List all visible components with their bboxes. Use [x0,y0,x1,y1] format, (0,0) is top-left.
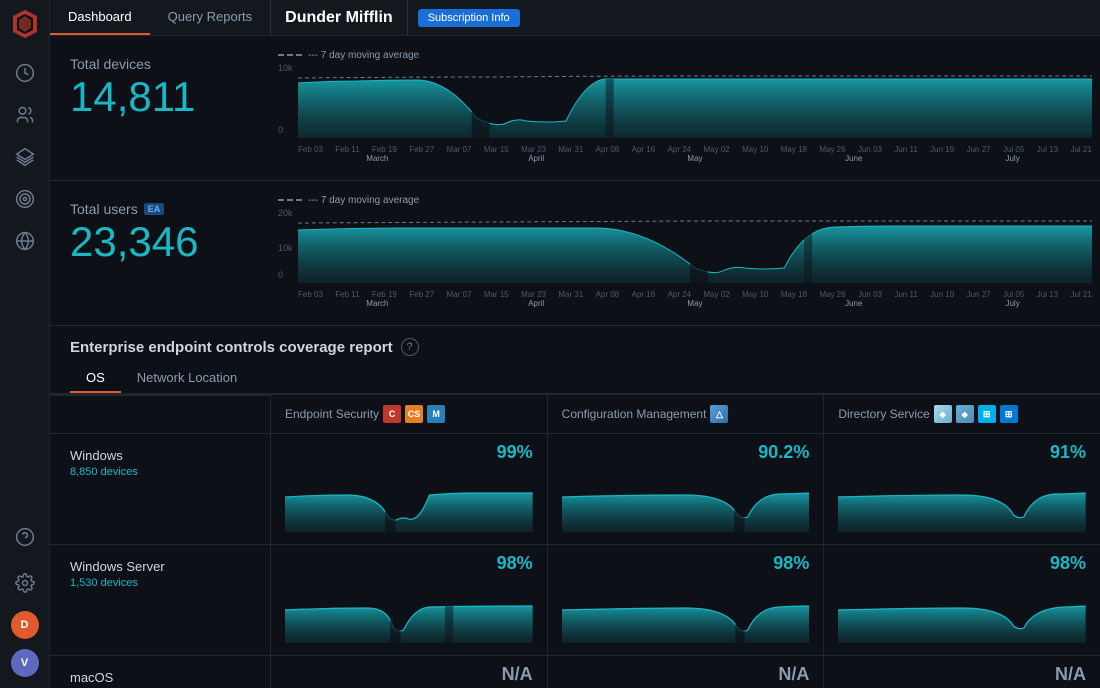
macos-endpoint-cell: N/A [270,655,547,688]
windows-directory-pct: 91% [838,442,1086,463]
win-server-config-cell: 98% [547,544,824,655]
win-server-endpoint-pct: 98% [285,553,533,574]
users-y-mid: 10k [278,243,293,253]
win-server-config-pct: 98% [562,553,810,574]
users-stat-left: Total users EA 23,346 [50,193,270,271]
devices-chart-svg [298,63,1092,143]
tab-network-location[interactable]: Network Location [121,364,253,393]
coverage-header: Enterprise endpoint controls coverage re… [50,338,1100,364]
windows-endpoint-chart [285,467,533,537]
users-x-labels: Feb 03 Feb 11 Feb 19 Feb 27 Mar 07 Mar 1… [298,290,1092,299]
coverage-help-icon[interactable]: ? [401,338,419,356]
icon-crowdstrike: CS [405,405,423,423]
row-windows-label: Windows 8,850 devices [50,433,270,544]
coverage-title: Enterprise endpoint controls coverage re… [70,339,393,356]
win-server-directory-cell: 98% [823,544,1100,655]
icon-malware: M [427,405,445,423]
sidebar-help[interactable] [7,519,43,555]
avatar-v[interactable]: V [11,649,39,677]
sidebar-item-layers[interactable] [7,139,43,175]
tab-query-reports[interactable]: Query Reports [150,0,271,35]
users-y-max: 20k [278,208,293,218]
windows-config-mgmt-cell: 90.2% [547,433,824,544]
devices-y-min: 0 [278,125,283,135]
win-server-config-chart [562,578,810,648]
sidebar-item-users[interactable] [7,97,43,133]
coverage-tabs: OS Network Location [50,364,1100,394]
windows-server-name: Windows Server [70,559,250,574]
tab-os[interactable]: OS [70,364,121,393]
company-name: Dunder Mifflin [270,0,408,35]
windows-name: Windows [70,448,250,463]
win-server-directory-pct: 98% [838,553,1086,574]
subscription-info-button[interactable]: Subscription Info [418,9,520,27]
users-y-min: 0 [278,270,283,280]
col-config-mgmt: Configuration Management △ [547,395,824,433]
sidebar-item-globe[interactable] [7,223,43,259]
win-server-directory-chart [838,578,1086,648]
windows-directory-chart [838,467,1086,537]
col-endpoint-security: Endpoint Security C CS M [270,395,547,433]
sidebar-item-target[interactable] [7,181,43,217]
icon-cylance: C [383,405,401,423]
devices-label: Total devices [70,56,250,72]
devices-month-labels: March April May June July [298,154,1092,163]
app-logo[interactable] [9,8,41,40]
sidebar: D V [0,0,50,688]
total-users-section: Total users EA 23,346 --- 7 day moving a… [50,181,1100,326]
macos-directory-cell: N/A [823,655,1100,688]
win-server-endpoint-cell: 98% [270,544,547,655]
users-number: 23,346 [70,221,250,263]
tab-dashboard[interactable]: Dashboard [50,0,150,35]
users-chart-svg [298,208,1092,288]
macos-config-pct: N/A [562,664,810,685]
windows-endpoint-security-cell: 99% [270,433,547,544]
users-label: Total users EA [70,201,250,217]
devices-x-labels: Feb 03 Feb 11 Feb 19 Feb 27 Mar 07 Mar 1… [298,145,1092,154]
macos-config-cell: N/A [547,655,824,688]
windows-directory-cell: 91% [823,433,1100,544]
content-area: Total devices 14,811 --- 7 day moving av… [50,36,1100,688]
devices-moving-avg: --- 7 day moving average [270,48,1100,63]
icon-config: △ [710,405,728,423]
row-windows-server-label: Windows Server 1,530 devices [50,544,270,655]
users-moving-avg: --- 7 day moving average [270,193,1100,208]
macos-directory-pct: N/A [838,664,1086,685]
sidebar-settings[interactable] [7,565,43,601]
windows-config-pct: 90.2% [562,442,810,463]
icon-win-logo: ⊞ [978,405,996,423]
macos-endpoint-pct: N/A [285,664,533,685]
windows-config-chart [562,467,810,537]
avatar-d[interactable]: D [11,611,39,639]
total-devices-section: Total devices 14,811 --- 7 day moving av… [50,36,1100,181]
devices-number: 14,811 [70,76,250,118]
icon-dir1: ◆ [934,405,952,423]
ea-badge: EA [144,203,165,215]
coverage-grid: Endpoint Security C CS M Configuration M… [50,394,1100,688]
col-empty-header [50,395,270,433]
win-server-endpoint-chart [285,578,533,648]
icon-win-logo2: ⊞ [1000,405,1018,423]
col-directory-service: Directory Service ◆ ◆ ⊞ ⊞ [823,395,1100,433]
windows-server-devices: 1,530 devices [70,577,250,589]
windows-devices: 8,850 devices [70,466,250,478]
sidebar-bottom: D V [7,516,43,680]
windows-endpoint-pct: 99% [285,442,533,463]
users-chart: --- 7 day moving average 20k 10k 0 [270,193,1100,313]
users-month-labels: March April May June July [298,299,1092,308]
icon-dir2: ◆ [956,405,974,423]
coverage-section: Enterprise endpoint controls coverage re… [50,326,1100,688]
macos-name: macOS [70,670,250,685]
devices-y-max: 10k [278,63,293,73]
devices-chart: --- 7 day moving average 10k 0 [270,48,1100,168]
top-navigation: Dashboard Query Reports Dunder Mifflin S… [50,0,1100,36]
devices-stat-left: Total devices 14,811 [50,48,270,126]
sidebar-item-dashboard[interactable] [7,55,43,91]
main-content: Dashboard Query Reports Dunder Mifflin S… [50,0,1100,688]
row-macos-label: macOS 0 devices [50,655,270,688]
